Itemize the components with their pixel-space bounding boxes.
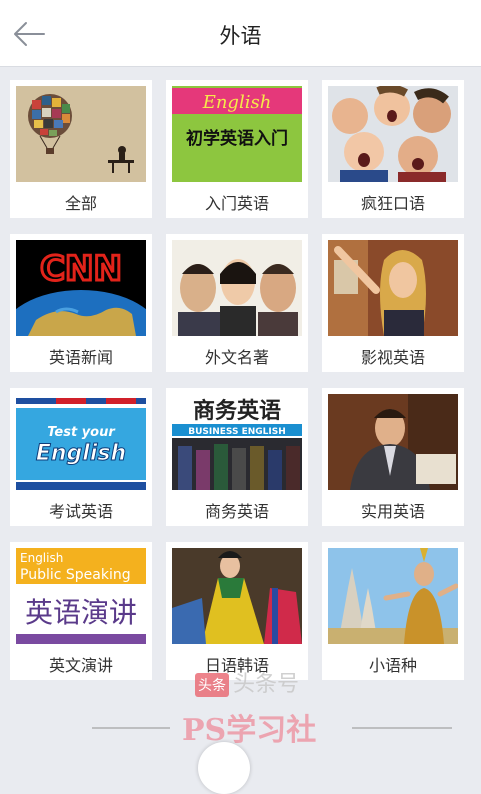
category-tile-practical-english[interactable]: 实用英语 [322,388,464,526]
public-speaking-cover-icon: English Public Speaking 英语演讲 [16,548,146,644]
svg-text:English: English [202,92,272,113]
category-tile-film-english[interactable]: 影视英语 [322,234,464,372]
watermark-ps-studio: PS学习社 [182,713,317,748]
category-tile-exam-english[interactable]: Test your English 考试英语 [10,388,152,526]
svg-text:初学英语入门: 初学英语入门 [186,128,288,149]
watermark-divider-left [92,727,170,729]
page-title: 外语 [219,24,262,48]
businessman-photo-icon [328,394,458,490]
business-english-cover-icon: 商务英语 BUSINESS ENGLISH [172,394,302,490]
tile-label: 小语种 [368,656,417,675]
tile-label: 入门英语 [204,194,269,213]
watermark-toutiao: 头条 头条号 [195,666,299,698]
balloon-illustration-icon [16,86,146,182]
cnn-globe-icon: CNN [16,240,146,336]
tile-label: 考试英语 [48,502,113,521]
category-tile-english-speech[interactable]: English Public Speaking 英语演讲 英文演讲 [10,542,152,680]
category-tile-crazy-speaking[interactable]: 疯狂口语 [322,80,464,218]
svg-text:English: English [20,551,63,565]
svg-text:商务英语: 商务英语 [193,398,281,424]
category-tile-all[interactable]: 全部 [10,80,152,218]
svg-text:English: English [36,441,126,466]
tile-label: 疯狂口语 [360,194,425,213]
bottom-float-button[interactable] [198,742,250,794]
tile-label: 外文名著 [204,348,269,367]
tile-label: 英文演讲 [48,656,113,675]
category-tile-english-news[interactable]: CNN 英语新闻 [10,234,152,372]
category-tile-japanese-korean[interactable]: 日语韩语 [166,542,308,680]
category-tile-business-english[interactable]: 商务英语 BUSINESS ENGLISH 商务英语 [166,388,308,526]
svg-text:BUSINESS ENGLISH: BUSINESS ENGLISH [188,427,286,437]
shouting-people-photo-icon [328,86,458,182]
svg-text:Public Speaking: Public Speaking [20,567,131,583]
classic-film-poster-icon [172,240,302,336]
tile-label: 影视英语 [360,348,425,367]
tile-label: 英语新闻 [48,348,113,367]
test-your-english-cover-icon: Test your English [16,394,146,490]
watermark-line1: 头条号 [233,672,300,697]
tile-label: 商务英语 [204,502,269,521]
tile-label: 全部 [64,194,97,213]
app-header: 外语 [0,0,481,67]
watermark-divider-right [352,727,452,729]
korean-dress-photo-icon [172,548,302,644]
beginner-english-cover-icon: English 初学英语入门 [172,86,302,182]
thai-dancer-photo-icon [328,548,458,644]
watermark-badge: 头条 [195,673,229,697]
svg-text:Test your: Test your [47,425,116,440]
tile-label: 实用英语 [360,502,425,521]
category-tile-beginner-english[interactable]: English 初学英语入门 入门英语 [166,80,308,218]
svg-text:CNN: CNN [40,249,122,289]
category-tile-literary-classics[interactable]: 外文名著 [166,234,308,372]
svg-text:英语演讲: 英语演讲 [25,596,137,629]
actress-photo-icon [328,240,458,336]
category-tile-minor-languages[interactable]: 小语种 [322,542,464,680]
